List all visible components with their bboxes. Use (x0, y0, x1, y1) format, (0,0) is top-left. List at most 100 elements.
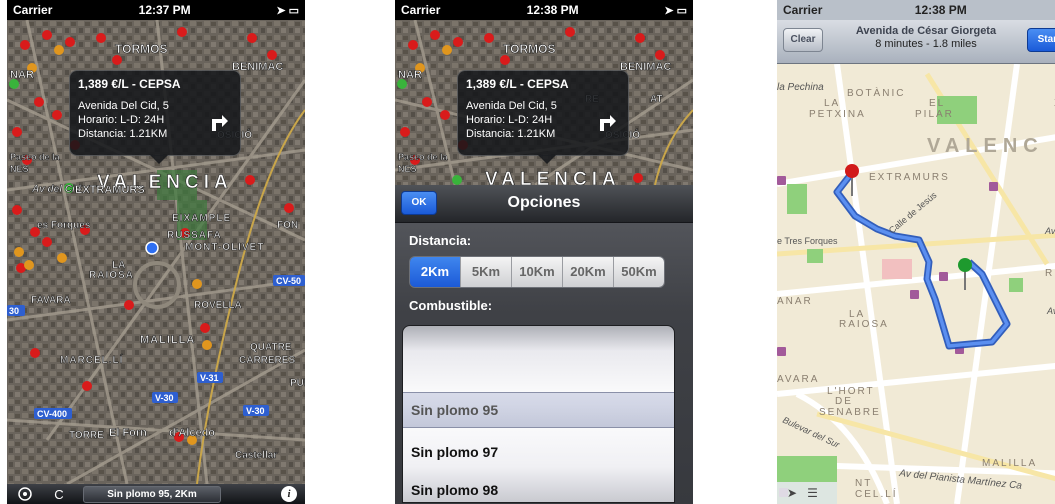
location-arrow-icon[interactable]: ➤ (787, 486, 797, 500)
refresh-icon[interactable]: C (49, 486, 69, 502)
status-bar: Carrier 12:38 PM ▭ (777, 0, 1055, 20)
map-label-russ: RUSS (1045, 268, 1055, 279)
map-label-extramurs: EXTRAMURS (869, 172, 950, 183)
road-cv400: CV-400 (37, 409, 67, 419)
map-label-petxina: PETXINA (809, 109, 866, 120)
distance-option-20km[interactable]: 20Km (563, 257, 614, 287)
screen-route: Carrier 12:38 PM ▭ Clear Avenida de Césa… (777, 0, 1055, 504)
distance-option-10km[interactable]: 10Km (512, 257, 563, 287)
fuel-filter-button[interactable]: Sin plomo 95, 2Km (83, 485, 221, 503)
screen-map-satellite: Carrier 12:37 PM ➤ ▭ TORMOS BENIMAC NAR … (7, 0, 305, 504)
map-label-castellar: Castellar (235, 450, 277, 461)
carrier-label: Carrier (401, 3, 441, 17)
map-label-senabre: SENABRE (819, 407, 881, 418)
map-label-tres-forques: e Tres Forques (777, 236, 838, 246)
route-nav-bar: Clear Avenida de César Giorgeta 8 minute… (777, 20, 1055, 64)
clear-button[interactable]: Clear (783, 28, 823, 52)
screen-options: Carrier 12:38 PM ➤ ▭ TORMOS BENIMAC NAR … (395, 0, 693, 504)
map-label-extramurs: EXTRAMURS (75, 184, 145, 196)
map-label-nes: NES (398, 164, 417, 174)
route-summary: 8 minutes - 1.8 miles (875, 38, 977, 50)
clock-label: 12:37 PM (138, 3, 191, 17)
route-map[interactable]: la Pechina BOTÀNIC LA PETXINA EL PILAR X… (777, 64, 1055, 504)
map-label-marceli: MARCEL.LÍ (60, 353, 123, 366)
distance-segmented-control: 2Km 5Km 10Km 20Km 50Km (409, 256, 665, 288)
options-header: OK Opciones (395, 185, 693, 223)
options-panel: OK Opciones Distancia: 2Km 5Km 10Km 20Km… (395, 185, 693, 504)
battery-icon: ➤ ▭ (276, 4, 299, 17)
status-bar: Carrier 12:37 PM ➤ ▭ (7, 0, 305, 20)
map-label-russafa: RUSSAFA (167, 230, 222, 241)
map-label-nar: NAR (10, 69, 34, 81)
map-label-torre: TORRE (69, 430, 104, 441)
map-label-fon: FON (277, 220, 298, 231)
map-label-nt: NT (855, 478, 872, 489)
map-label-avara: AVARA (777, 374, 819, 385)
map-label-raiosa: RAIOSA (839, 319, 889, 330)
station-callout[interactable]: 1,389 €/L - CEPSA Avenida Del Cid, 5 Hor… (69, 70, 241, 164)
road-30: 30 (9, 306, 19, 316)
locate-me-icon[interactable] (15, 486, 35, 502)
fuel-picker[interactable]: Sin plomo 95 Sin plomo 97 Sin plomo 98 (402, 325, 675, 503)
distance-option-5km[interactable]: 5Km (461, 257, 512, 287)
battery-icon: ➤ ▭ (664, 4, 687, 17)
road-cv50: CV-50 (276, 276, 301, 286)
station-callout[interactable]: 1,389 €/L - CEPSA Avenida Del Cid, 5 Hor… (457, 70, 629, 164)
map-label-paseo: Paseo de la (398, 152, 449, 162)
carrier-label: Carrier (13, 3, 53, 17)
clock-label: 12:38 PM (526, 3, 579, 17)
map-label-benimac: BENIMAC (620, 61, 671, 73)
map-label-tormos: TORMOS (503, 42, 555, 56)
clock-label: 12:38 PM (914, 3, 967, 17)
map-label-mont-olivet: MONT-OLIVET (185, 242, 264, 253)
map-label-anar: ANAR (777, 296, 813, 307)
options-title: Opciones (507, 194, 581, 211)
distance-option-2km[interactable]: 2Km (410, 257, 461, 287)
road-v31: V-31 (200, 373, 219, 383)
map-label-valencia: VALENCIA (485, 169, 621, 185)
map-label-av-right-1: Av (1044, 226, 1055, 236)
map-label-de: DE (835, 396, 853, 407)
directions-arrow-icon[interactable] (594, 109, 620, 135)
start-button[interactable]: Start (1027, 28, 1055, 52)
map-label-pilar: PILAR (915, 109, 954, 120)
map-label-quatre: QUATRE (250, 342, 292, 353)
map-label-tormos: TORMOS (115, 42, 167, 56)
map-label-carreres: CARRERES (239, 355, 295, 366)
map-label-la1: LA (824, 98, 840, 109)
map-label-elforn: El Forn (109, 427, 147, 439)
list-icon[interactable]: ☰ (807, 486, 818, 500)
map-tools: ➤ ☰ (777, 482, 837, 504)
bottom-toolbar: C Sin plomo 95, 2Km i (7, 484, 305, 504)
road-v30-b: V-30 (246, 406, 265, 416)
map-label-alcedo: d'Alcedo (169, 427, 215, 439)
map-label-raiosa: RAIOSA (89, 270, 134, 281)
map-label-el: EL (929, 98, 945, 109)
map-label-favara: FAVARA (31, 295, 71, 306)
distance-option-50km[interactable]: 50Km (614, 257, 664, 287)
status-bar: Carrier 12:38 PM ➤ ▭ (395, 0, 693, 20)
map-label-malilla: MALILLA (982, 458, 1037, 469)
map-label-valenc: VALENC (927, 135, 1044, 157)
route-destination: Avenida de César Giorgeta (855, 25, 997, 37)
directions-arrow-icon[interactable] (206, 109, 232, 135)
map-label-paseo: Paseo de la (10, 152, 61, 162)
map-label-botanic: BOTÀNIC (847, 86, 905, 99)
station-price-title: 1,389 €/L - CEPSA (78, 77, 181, 91)
map-label-forques: es Forques (37, 220, 91, 231)
carrier-label: Carrier (783, 3, 823, 17)
map-label-celli: CEL.LÍ (855, 487, 898, 500)
fuel-option-95[interactable]: Sin plomo 95 (411, 402, 498, 418)
map-label-rovella: ROVELLA (194, 300, 242, 311)
map-label-nes: NES (10, 164, 29, 174)
route-title: Avenida de César Giorgeta 8 minutes - 1.… (833, 25, 1019, 51)
map-label-pun: PUN (290, 378, 305, 389)
fuel-option-98[interactable]: Sin plomo 98 (411, 482, 498, 498)
map-label-av-right-2: Av (1046, 306, 1055, 316)
map-label-eixample: EIXAMPLE (172, 213, 231, 224)
fuel-option-97[interactable]: Sin plomo 97 (411, 444, 498, 460)
map-label-benimac: BENIMAC (232, 61, 283, 73)
info-icon[interactable]: i (281, 486, 297, 502)
station-price-title: 1,389 €/L - CEPSA (466, 77, 569, 91)
road-v30-a: V-30 (155, 393, 174, 403)
